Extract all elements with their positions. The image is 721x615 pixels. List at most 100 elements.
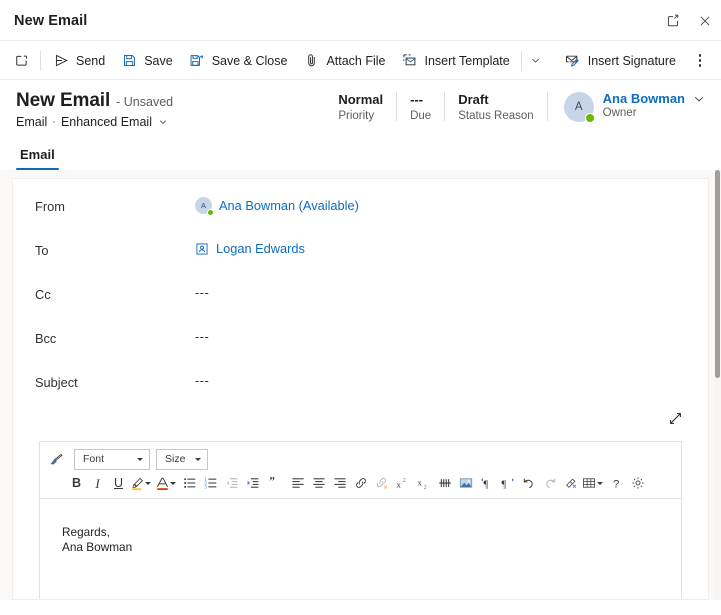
font-family-select[interactable]: Font [74, 448, 150, 470]
subscript-icon: x 2 [417, 476, 431, 490]
owner-dropdown-button[interactable] [693, 93, 705, 105]
remove-link-button[interactable] [371, 473, 392, 494]
scrollbar-thumb[interactable] [715, 170, 720, 378]
editor-settings-button[interactable] [627, 473, 648, 494]
field-row-cc: Cc --- [35, 285, 686, 329]
increase-indent-icon [246, 476, 260, 490]
insert-template-split-button[interactable] [525, 46, 547, 76]
format-painter-button[interactable] [44, 449, 68, 470]
strikethrough-button[interactable] [434, 473, 455, 494]
save-and-close-icon [189, 53, 205, 69]
clear-formatting-button[interactable] [560, 473, 581, 494]
underline-button[interactable]: U [108, 473, 129, 494]
font-color-caret-icon[interactable] [170, 481, 176, 485]
window-title-bar: New Email [0, 0, 721, 41]
email-body-content[interactable]: Regards, Ana Bowman [40, 499, 681, 555]
command-bar-divider [0, 79, 721, 80]
editor-toolbar: Font Size B I U 1 2 3 ” x 2 x 2 ¶ ¶ ? [40, 442, 681, 499]
bulleted-list-button[interactable] [179, 473, 200, 494]
insert-table-button[interactable] [581, 473, 597, 494]
record-title-row: New Email - Unsaved [16, 90, 173, 112]
avatar: A [563, 92, 595, 123]
insert-link-button[interactable] [350, 473, 371, 494]
font-color-button[interactable] [154, 473, 170, 494]
from-value[interactable]: A Ana Bowman (Available) [195, 197, 359, 216]
expand-editor-button[interactable] [664, 407, 686, 429]
tab-strip: Email [0, 137, 721, 170]
numbered-list-button[interactable]: 123 [200, 473, 221, 494]
align-center-button[interactable] [308, 473, 329, 494]
help-button[interactable]: ? [606, 473, 627, 494]
italic-button[interactable]: I [87, 473, 108, 494]
align-left-button[interactable] [287, 473, 308, 494]
priority-label: Priority [338, 110, 375, 122]
save-button[interactable]: Save [113, 46, 181, 76]
chevron-down-icon [158, 117, 168, 127]
redo-button[interactable] [539, 473, 560, 494]
tab-email[interactable]: Email [14, 138, 61, 170]
superscript-icon: x 2 [396, 476, 410, 490]
vertical-scrollbar[interactable] [714, 170, 721, 600]
owner-name-link[interactable]: Ana Bowman [603, 91, 685, 106]
more-commands-icon [698, 54, 702, 67]
left-to-right-button[interactable]: ¶ [476, 473, 497, 494]
font-color-icon [155, 476, 170, 491]
subject-value[interactable]: --- [195, 373, 209, 388]
form-selector-label[interactable]: Enhanced Email [61, 115, 152, 129]
to-value[interactable]: Logan Edwards [195, 241, 305, 256]
close-button[interactable] [689, 5, 721, 37]
insert-signature-button[interactable]: Insert Signature [557, 46, 684, 76]
insert-template-button[interactable]: Insert Template [394, 46, 518, 76]
increase-indent-button[interactable] [242, 473, 263, 494]
bold-button[interactable]: B [66, 473, 87, 494]
attach-file-button[interactable]: Attach File [295, 46, 393, 76]
send-button[interactable]: Send [45, 46, 113, 76]
undo-button[interactable] [518, 473, 539, 494]
from-recipient-link[interactable]: Ana Bowman (Available) [219, 198, 359, 213]
to-label: To [35, 243, 49, 258]
body-line: Ana Bowman [62, 540, 133, 554]
to-recipient-link[interactable]: Logan Edwards [216, 241, 305, 256]
font-size-select[interactable]: Size [156, 448, 208, 470]
new-record-button[interactable] [6, 46, 36, 76]
superscript-button[interactable]: x 2 [392, 473, 413, 494]
window-actions [657, 0, 721, 41]
blockquote-button[interactable]: ” [263, 473, 284, 494]
numbered-list-icon: 123 [204, 476, 218, 490]
svg-text:?: ? [612, 478, 618, 490]
insert-table-caret-icon[interactable] [597, 481, 603, 485]
right-to-left-button[interactable]: ¶ [497, 473, 518, 494]
subtitle-separator: · [52, 116, 56, 128]
bcc-value[interactable]: --- [195, 329, 209, 344]
owner-stat: A Ana Bowman Owner [548, 91, 707, 124]
strikethrough-icon [438, 476, 452, 490]
save-and-close-button[interactable]: Save & Close [181, 46, 296, 76]
more-commands-button[interactable] [686, 46, 714, 76]
popout-button[interactable] [657, 5, 689, 37]
highlight-color-caret-icon[interactable] [145, 481, 151, 485]
rich-text-editor: Font Size B I U 1 2 3 ” x 2 x 2 ¶ ¶ ? Re… [39, 441, 682, 599]
svg-text:2: 2 [423, 485, 426, 490]
decrease-indent-button[interactable] [221, 473, 242, 494]
due-label: Due [410, 110, 432, 122]
cc-value[interactable]: --- [195, 285, 209, 300]
align-right-button[interactable] [329, 473, 350, 494]
help-icon: ? [610, 476, 624, 490]
decrease-indent-icon [225, 476, 239, 490]
right-to-left-icon: ¶ [501, 476, 515, 490]
highlight-color-button[interactable] [129, 473, 145, 494]
svg-text:”: ” [269, 476, 275, 487]
redo-icon [543, 476, 557, 490]
insert-image-button[interactable] [455, 473, 476, 494]
insert-table-icon [582, 476, 596, 490]
form-selector-button[interactable] [158, 117, 168, 127]
command-divider [40, 50, 41, 71]
insert-template-label: Insert Template [424, 53, 510, 68]
subscript-button[interactable]: x 2 [413, 473, 434, 494]
unsaved-indicator: - Unsaved [116, 95, 174, 109]
chevron-down-icon [137, 457, 143, 461]
presence-available-icon [206, 208, 214, 216]
save-label: Save [144, 53, 173, 68]
attach-file-label: Attach File [326, 53, 386, 68]
subject-label: Subject [35, 375, 78, 390]
